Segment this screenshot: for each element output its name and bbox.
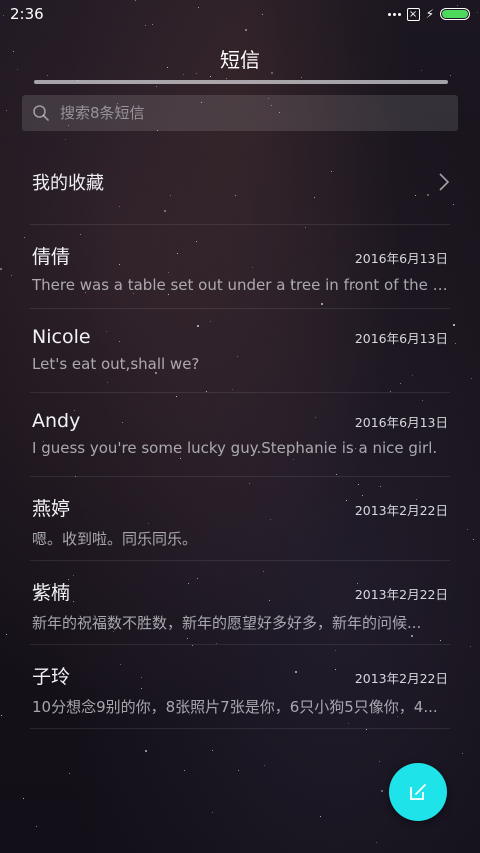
search-bar[interactable] bbox=[22, 95, 458, 131]
page-title: 短信 bbox=[220, 48, 260, 72]
message-date: 2016年6月13日 bbox=[354, 331, 448, 346]
search-input[interactable] bbox=[58, 103, 422, 123]
status-bar: 2:36 × ⚡ bbox=[0, 0, 480, 28]
message-row[interactable]: 子玲 2013年2月22日 10分想念9别的你，8张照片7张是你，6只小狗5只像… bbox=[0, 654, 480, 738]
status-icons: × ⚡ bbox=[387, 7, 470, 21]
message-date: 2016年6月13日 bbox=[354, 251, 448, 266]
contact-name: Nicole bbox=[32, 326, 91, 348]
message-preview: I guess you're some lucky guy.Stephanie … bbox=[32, 439, 438, 457]
divider bbox=[30, 392, 450, 393]
charging-icon: ⚡ bbox=[425, 7, 434, 21]
chevron-right-icon bbox=[439, 173, 450, 191]
divider bbox=[30, 728, 450, 729]
favorites-label: 我的收藏 bbox=[32, 173, 104, 194]
message-date: 2013年2月22日 bbox=[354, 503, 448, 518]
status-time: 2:36 bbox=[10, 5, 44, 23]
message-preview: Let's eat out,shall we? bbox=[32, 355, 200, 373]
message-row[interactable]: 燕婷 2013年2月22日 嗯。收到啦。同乐同乐。 bbox=[0, 486, 480, 570]
favorites-row[interactable]: 我的收藏 bbox=[0, 152, 480, 212]
battery-icon bbox=[440, 8, 470, 20]
message-date: 2013年2月22日 bbox=[354, 671, 448, 686]
message-row[interactable]: Andy 2016年6月13日 I guess you're some luck… bbox=[0, 402, 480, 486]
message-preview: 10分想念9别的你，8张照片7张是你，6只小狗5只像你，4... bbox=[32, 698, 438, 716]
no-sim-icon: × bbox=[406, 7, 420, 21]
message-preview: There was a table set out under a tree i… bbox=[32, 276, 448, 294]
signal-dots-icon bbox=[387, 12, 401, 16]
message-preview: 新年的祝福数不胜数，新年的愿望好多好多，新年的问候... bbox=[32, 614, 422, 632]
message-preview: 嗯。收到啦。同乐同乐。 bbox=[32, 530, 198, 548]
divider bbox=[30, 224, 450, 225]
divider bbox=[30, 476, 450, 477]
contact-name: 子玲 bbox=[32, 666, 71, 688]
message-row[interactable]: 倩倩 2016年6月13日 There was a table set out … bbox=[0, 234, 480, 318]
message-date: 2016年6月13日 bbox=[354, 415, 448, 430]
divider bbox=[30, 560, 450, 561]
contact-name: 倩倩 bbox=[32, 246, 71, 268]
message-row[interactable]: 紫楠 2013年2月22日 新年的祝福数不胜数，新年的愿望好多好多，新年的问候.… bbox=[0, 570, 480, 654]
message-date: 2013年2月22日 bbox=[354, 587, 448, 602]
compose-button[interactable] bbox=[389, 763, 447, 821]
divider bbox=[30, 644, 450, 645]
search-icon bbox=[33, 105, 49, 121]
message-row[interactable]: Nicole 2016年6月13日 Let's eat out,shall we… bbox=[0, 318, 480, 402]
header-divider bbox=[34, 80, 448, 84]
compose-icon bbox=[410, 784, 426, 800]
divider bbox=[30, 308, 450, 309]
contact-name: Andy bbox=[32, 410, 81, 432]
contact-name: 紫楠 bbox=[32, 582, 71, 604]
contact-name: 燕婷 bbox=[32, 498, 71, 520]
battery-fill bbox=[442, 10, 468, 18]
